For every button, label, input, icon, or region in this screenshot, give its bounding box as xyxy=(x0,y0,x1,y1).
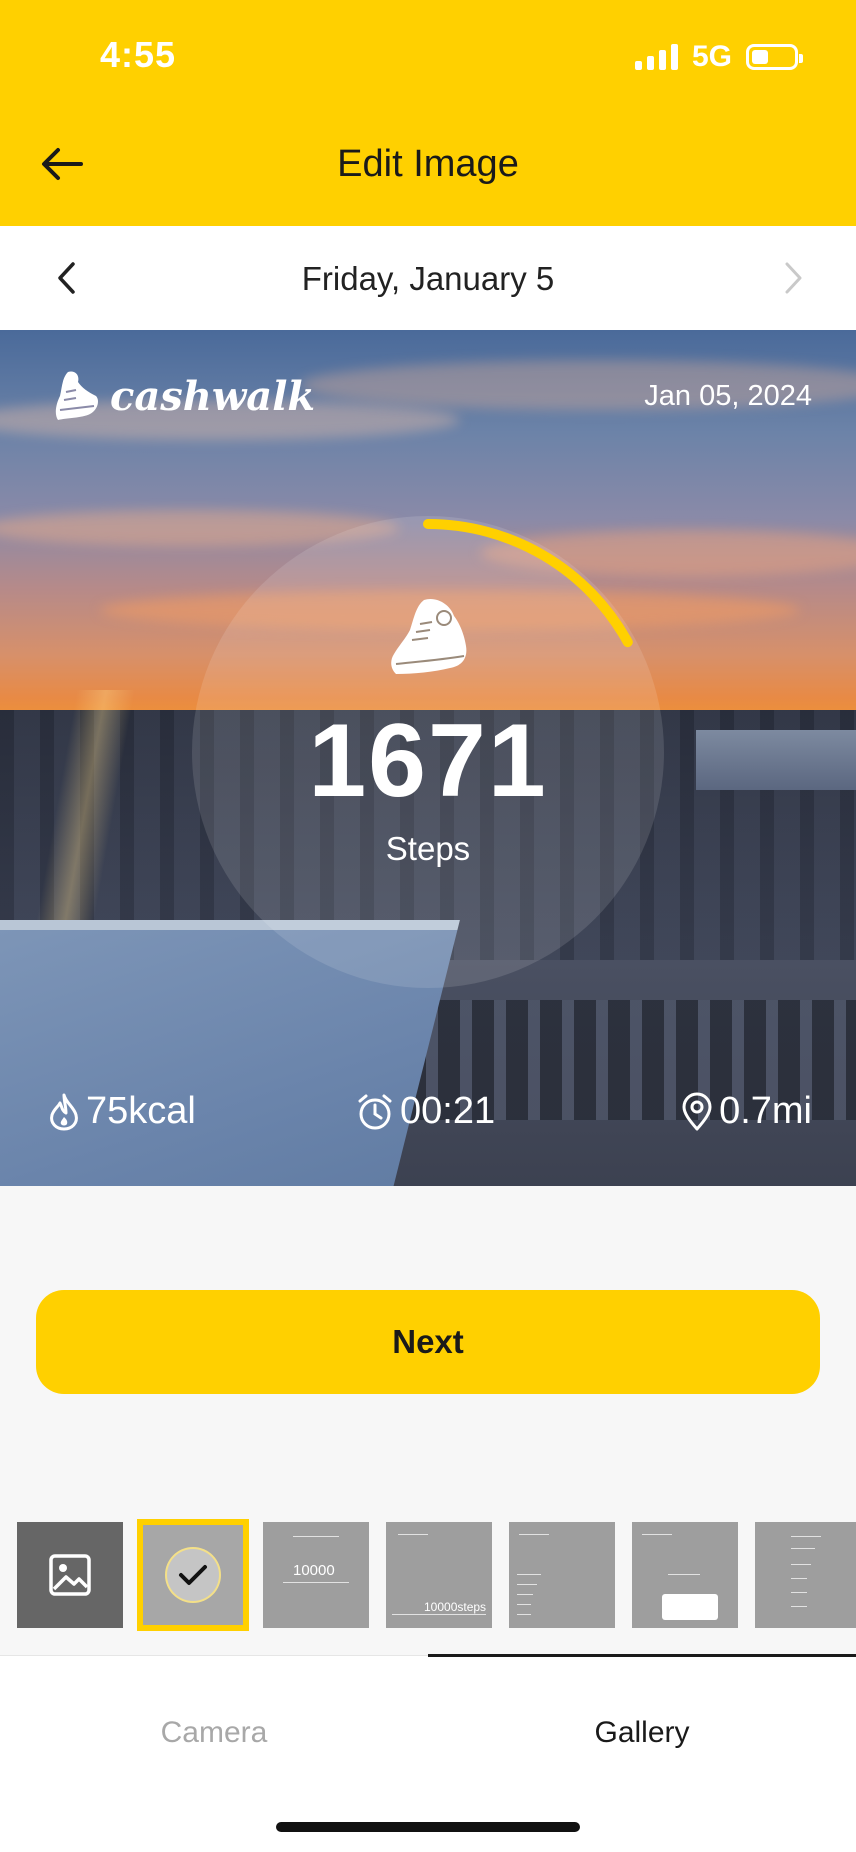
tab-camera[interactable]: Camera xyxy=(0,1716,428,1750)
flame-icon xyxy=(50,1093,78,1130)
tab-gallery[interactable]: Gallery xyxy=(428,1716,856,1750)
template-thumb-1[interactable] xyxy=(137,1519,249,1631)
alarm-clock-icon xyxy=(358,1094,392,1129)
steps-label: Steps xyxy=(385,830,471,867)
date-label: Friday, January 5 xyxy=(301,260,555,297)
template-thumb-2[interactable]: 10000 xyxy=(263,1522,369,1628)
location-pin-icon xyxy=(682,1092,712,1130)
image-icon xyxy=(49,1554,91,1596)
next-date-button[interactable] xyxy=(768,252,820,304)
photo-preview: cashwalk Jan 05, 2024 1671 Steps 75kcal … xyxy=(0,330,856,1186)
template-strip: 10000 10000steps xyxy=(0,1519,856,1632)
template-thumb-6[interactable] xyxy=(755,1522,856,1628)
duration-value: 00:21 xyxy=(400,1090,496,1132)
photo-date: Jan 05, 2024 xyxy=(644,380,812,412)
duration-stat: 00:21 xyxy=(356,1090,495,1133)
chevron-right-icon xyxy=(785,262,802,294)
distance-stat: 0.7mi xyxy=(681,1090,812,1133)
next-button[interactable]: Next xyxy=(36,1290,820,1394)
date-navigator: Friday, January 5 xyxy=(0,226,856,330)
calories-stat: 75kcal xyxy=(48,1090,196,1133)
app-header: 4:55 5G Edit Image xyxy=(0,0,856,226)
brand-logo: cashwalk xyxy=(54,370,315,422)
brand-name: cashwalk xyxy=(110,372,316,420)
page-title: Edit Image xyxy=(337,143,519,185)
selected-check xyxy=(165,1547,221,1603)
template-thumb-value: 10000steps xyxy=(424,1600,487,1614)
template-thumb-value: 10000 xyxy=(293,1562,335,1579)
template-thumb-4[interactable] xyxy=(509,1522,615,1628)
checkmark-icon xyxy=(179,1565,207,1585)
shoe-logo-icon xyxy=(55,371,98,420)
distance-value: 0.7mi xyxy=(719,1090,812,1132)
network-type: 5G xyxy=(691,40,732,73)
active-tab-indicator xyxy=(428,1654,856,1657)
shoe-icon xyxy=(391,598,467,674)
battery-icon xyxy=(746,44,803,70)
home-indicator xyxy=(276,1822,580,1832)
calories-value: 75kcal xyxy=(86,1090,196,1132)
signal-icon xyxy=(634,44,678,70)
template-thumb-5[interactable] xyxy=(632,1522,738,1628)
template-thumb-3[interactable]: 10000steps xyxy=(386,1522,492,1628)
status-time: 4:55 xyxy=(100,34,177,75)
gallery-picker-button[interactable] xyxy=(17,1522,123,1628)
status-icons: 5G xyxy=(634,40,803,74)
steps-value: 1671 xyxy=(308,703,548,819)
